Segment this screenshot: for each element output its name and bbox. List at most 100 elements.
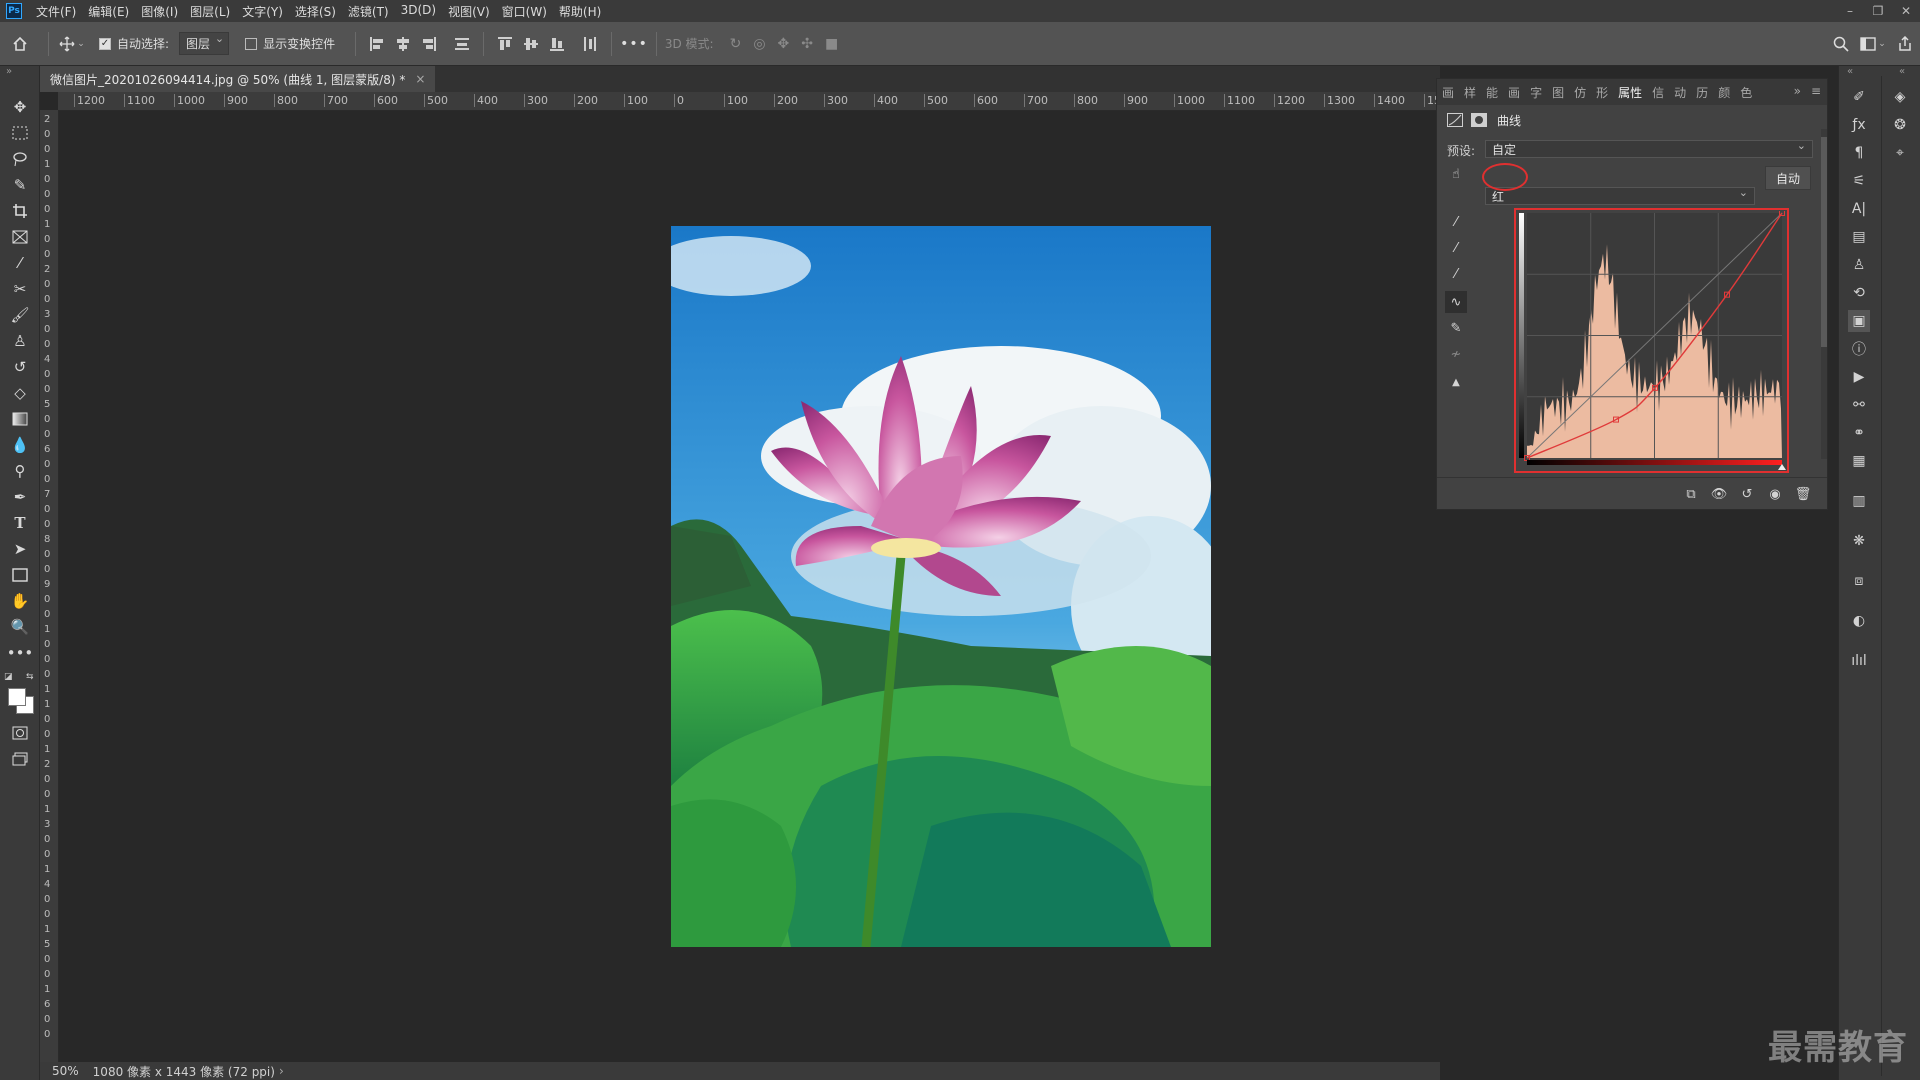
- panel-tab-6[interactable]: 仿: [1569, 84, 1591, 101]
- panel-tab-7[interactable]: 形: [1591, 84, 1613, 101]
- auto-select-checkbox[interactable]: ✓ 自动选择:: [99, 35, 169, 52]
- panel-tab-5[interactable]: 图: [1547, 84, 1569, 101]
- share-icon[interactable]: [1890, 36, 1920, 52]
- history-brush-tool-icon[interactable]: ↺: [8, 356, 32, 378]
- toolbar-collapse-icon[interactable]: »: [6, 66, 12, 77]
- panel-tab-0[interactable]: 画: [1437, 84, 1459, 101]
- more-options-button[interactable]: •••: [620, 36, 648, 52]
- layer-mask-icon[interactable]: [1471, 113, 1487, 127]
- channels-icon[interactable]: ❂: [1889, 114, 1911, 136]
- actions-icon[interactable]: ▶: [1848, 366, 1870, 388]
- panel-tab-4[interactable]: 字: [1525, 84, 1547, 101]
- close-button[interactable]: ✕: [1892, 0, 1920, 22]
- blur-tool-icon[interactable]: 💧: [8, 434, 32, 456]
- panel-tab-2[interactable]: 能: [1481, 84, 1503, 101]
- info-icon[interactable]: ⓘ: [1848, 338, 1870, 360]
- align-vcenter-icon[interactable]: [523, 36, 539, 52]
- marquee-tool-icon[interactable]: [8, 122, 32, 144]
- align-right-icon[interactable]: [421, 36, 437, 52]
- move-tool-icon[interactable]: ⌄: [57, 36, 87, 52]
- document-tab[interactable]: 微信图片_20201026094414.jpg @ 50% (曲线 1, 图层蒙…: [40, 66, 436, 92]
- paths-icon[interactable]: ⌖: [1889, 142, 1911, 164]
- smooth-curve-icon[interactable]: ≁: [1445, 343, 1467, 365]
- sample-highlight-eyedropper-icon[interactable]: ⁄: [1445, 263, 1467, 285]
- move-tool-icon[interactable]: ✥: [8, 96, 32, 118]
- delete-adjustment-icon[interactable]: 🗑: [1792, 483, 1814, 505]
- curve-graph[interactable]: [1517, 211, 1786, 470]
- view-previous-state-icon[interactable]: 👁: [1708, 483, 1730, 505]
- align-left-icon[interactable]: [369, 36, 385, 52]
- 3d-pan-icon[interactable]: ✥: [778, 36, 790, 52]
- healing-brush-tool-icon[interactable]: ✂: [8, 278, 32, 300]
- search-icon[interactable]: [1826, 36, 1856, 52]
- show-transform-checkbox[interactable]: 显示变换控件: [245, 35, 335, 52]
- targeted-adjustment-hand-icon[interactable]: ☝: [1445, 163, 1467, 185]
- menu-item-5[interactable]: 选择(S): [289, 3, 342, 20]
- panel-tab-1[interactable]: 样: [1459, 84, 1481, 101]
- panel-tab-12[interactable]: 颜: [1713, 84, 1735, 101]
- clone-stamp-tool-icon[interactable]: ♙: [8, 330, 32, 352]
- notes-icon[interactable]: ▥: [1848, 490, 1870, 512]
- panel-scrollbar[interactable]: [1821, 129, 1827, 459]
- toggle-visibility-icon[interactable]: ◉: [1764, 483, 1786, 505]
- hand-tool-icon[interactable]: ✋: [8, 590, 32, 612]
- panel-collapse-icon[interactable]: »: [1794, 84, 1801, 98]
- gradient-tool-icon[interactable]: [8, 408, 32, 430]
- character-icon[interactable]: A|: [1848, 198, 1870, 220]
- minimize-button[interactable]: –: [1836, 0, 1864, 22]
- libraries-icon[interactable]: ▤: [1848, 226, 1870, 248]
- reset-adjustment-icon[interactable]: ↺: [1736, 483, 1758, 505]
- distribute-horizontal-icon[interactable]: [582, 36, 598, 52]
- restore-button[interactable]: ❐: [1864, 0, 1892, 22]
- panel-tab-9[interactable]: 信: [1647, 84, 1669, 101]
- 3d-icon[interactable]: ⚭: [1848, 422, 1870, 444]
- timeline-icon[interactable]: ❋: [1848, 530, 1870, 552]
- clip-to-layer-icon[interactable]: ⧉: [1680, 483, 1702, 505]
- draw-pencil-icon[interactable]: ✎: [1445, 317, 1467, 339]
- screen-mode-icon[interactable]: [8, 748, 32, 770]
- quick-mask-icon[interactable]: [8, 722, 32, 744]
- histogram-icon[interactable]: ılıl: [1848, 650, 1870, 672]
- eraser-tool-icon[interactable]: ◇: [8, 382, 32, 404]
- align-hcenter-icon[interactable]: [395, 36, 411, 52]
- properties-icon[interactable]: ▣: [1848, 310, 1870, 332]
- quick-selection-tool-icon[interactable]: ✎: [8, 174, 32, 196]
- menu-item-3[interactable]: 图层(L): [184, 3, 236, 20]
- menu-item-8[interactable]: 视图(V): [442, 3, 496, 20]
- workspace-icon[interactable]: ⌄: [1856, 37, 1890, 51]
- menu-item-7[interactable]: 3D(D): [395, 3, 442, 20]
- panel-tab-8[interactable]: 属性: [1613, 84, 1647, 101]
- 3d-slide-icon[interactable]: ✣: [801, 36, 813, 52]
- 3d-roll-icon[interactable]: ◎: [753, 36, 765, 52]
- layers-icon[interactable]: ◈: [1889, 86, 1911, 108]
- align-bottom-icon[interactable]: [549, 36, 565, 52]
- panel-tab-13[interactable]: 色: [1735, 84, 1757, 101]
- pen-tool-icon[interactable]: ✒: [8, 486, 32, 508]
- status-menu-arrow-icon[interactable]: ›: [279, 1064, 284, 1078]
- rectangle-tool-icon[interactable]: [8, 564, 32, 586]
- paragraph-icon[interactable]: ¶: [1848, 142, 1870, 164]
- crop-tool-icon[interactable]: [8, 200, 32, 222]
- canvas-image[interactable]: [671, 226, 1211, 947]
- menu-item-4[interactable]: 文字(Y): [236, 3, 289, 20]
- type-tool-icon[interactable]: T: [8, 512, 32, 534]
- 3d-camera-icon[interactable]: ■: [825, 36, 838, 52]
- foreground-color-swatch-front[interactable]: [8, 688, 26, 706]
- clipping-warning-icon[interactable]: ▲: [1445, 371, 1467, 393]
- path-selection-tool-icon[interactable]: ➤: [8, 538, 32, 560]
- panel-menu-icon[interactable]: ≡: [1811, 84, 1821, 98]
- menu-item-0[interactable]: 文件(F): [30, 3, 82, 20]
- panel-tab-10[interactable]: 动: [1669, 84, 1691, 101]
- menu-item-9[interactable]: 窗口(W): [496, 3, 553, 20]
- auto-button[interactable]: 自动: [1765, 166, 1811, 190]
- adjustments-icon[interactable]: ⚟: [1848, 170, 1870, 192]
- color-icon[interactable]: ◐: [1848, 610, 1870, 632]
- align-top-icon[interactable]: [497, 36, 513, 52]
- menu-item-1[interactable]: 编辑(E): [82, 3, 135, 20]
- layer-dropdown[interactable]: 图层: [179, 32, 230, 55]
- swatches-icon[interactable]: ▦: [1848, 450, 1870, 472]
- 3d-orbit-icon[interactable]: ↻: [730, 36, 742, 52]
- zoom-level[interactable]: 50%: [52, 1064, 79, 1078]
- zoom-tool-icon[interactable]: 🔍: [8, 616, 32, 638]
- sample-midtone-eyedropper-icon[interactable]: ⁄: [1445, 237, 1467, 259]
